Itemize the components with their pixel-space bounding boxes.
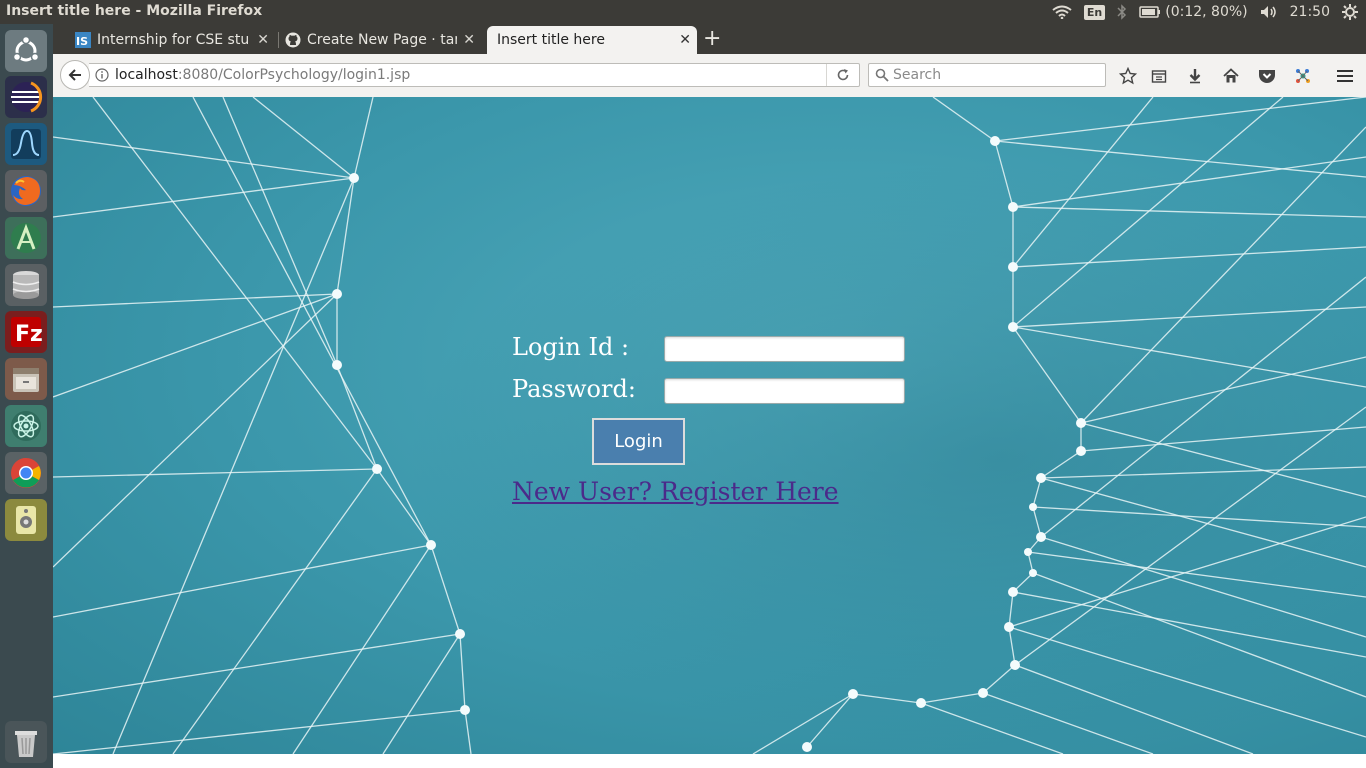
is-favicon-icon: IS [75, 32, 91, 48]
wifi-icon[interactable] [1052, 5, 1072, 19]
file-cabinet-icon [13, 368, 39, 392]
svg-text:IS: IS [76, 35, 88, 48]
chrome-icon [11, 458, 41, 488]
trash-launcher-button[interactable] [5, 721, 47, 763]
database-launcher-button[interactable] [5, 264, 47, 306]
trash-icon [15, 731, 37, 757]
close-tab-icon[interactable]: ✕ [679, 32, 691, 48]
clock[interactable]: 21:50 [1290, 4, 1330, 20]
url-bar[interactable]: localhost:8080/ColorPsychology/login1.js… [89, 63, 860, 87]
ubuntu-logo-icon [12, 36, 40, 62]
reading-list-icon[interactable] [1149, 66, 1169, 86]
battery-icon [1139, 6, 1161, 18]
password-label: Password: [512, 375, 636, 403]
battery-indicator[interactable]: (0:12, 80%) [1139, 4, 1248, 20]
firefox-launcher-button[interactable] [5, 170, 47, 212]
search-placeholder: Search [893, 67, 942, 83]
tab-insert-title[interactable]: Insert title here ✕ [487, 26, 697, 54]
home-icon[interactable] [1221, 66, 1241, 86]
tab-internship[interactable]: IS Internship for CSE stud ✕ [75, 26, 275, 54]
atom-launcher-button[interactable] [5, 405, 47, 447]
bookmark-star-icon[interactable] [1118, 66, 1138, 86]
files-launcher-button[interactable] [5, 358, 47, 400]
url-path: :8080/ColorPsychology/login1.jsp [177, 67, 411, 83]
system-tray: En (0:12, 80%) 21:50 [1052, 0, 1358, 24]
launcher: Fz [0, 24, 53, 768]
search-icon [875, 68, 889, 86]
android-studio-icon [11, 223, 41, 253]
extension-icon[interactable] [1293, 66, 1313, 86]
ubuntu-dash-button[interactable] [5, 30, 47, 72]
new-tab-button[interactable]: + [703, 28, 721, 50]
eclipse-launcher-button[interactable] [5, 76, 47, 118]
url-host: localhost [115, 67, 178, 83]
database-icon [12, 271, 40, 299]
search-bar[interactable]: Search [868, 63, 1106, 87]
battery-status: (0:12, 80%) [1165, 4, 1248, 20]
tab-bar: IS Internship for CSE stud ✕ Create New … [53, 24, 1366, 54]
volume-icon[interactable] [1260, 5, 1278, 19]
speaker-app-launcher-button[interactable] [5, 499, 47, 541]
top-panel: Insert title here - Mozilla Firefox En (… [0, 0, 1366, 24]
close-tab-icon[interactable]: ✕ [463, 32, 475, 48]
close-tab-icon[interactable]: ✕ [257, 32, 269, 48]
keyboard-language-indicator[interactable]: En [1083, 4, 1106, 20]
download-icon[interactable] [1185, 66, 1205, 86]
network-background-image [53, 97, 1366, 754]
tab-create-new-page[interactable]: Create New Page · tani ✕ [285, 26, 481, 54]
waveform-icon [11, 129, 41, 159]
page-content: Login Id : Password: Login New User? Reg… [53, 97, 1366, 754]
chrome-launcher-button[interactable] [5, 452, 47, 494]
back-button[interactable] [60, 60, 90, 90]
window-title: Insert title here - Mozilla Firefox [6, 3, 263, 19]
back-arrow-icon [68, 69, 81, 81]
gear-icon[interactable] [1342, 4, 1358, 20]
hamburger-menu-icon[interactable] [1335, 66, 1355, 86]
tab-label: Internship for CSE stud [97, 32, 249, 48]
login-button[interactable]: Login [592, 418, 685, 465]
filezilla-launcher-button[interactable]: Fz [5, 311, 47, 353]
atom-icon [11, 411, 41, 441]
register-link[interactable]: New User? Register Here [512, 477, 839, 506]
speaker-icon [16, 506, 36, 534]
tab-label: Insert title here [497, 32, 605, 48]
eclipse-icon [11, 81, 43, 113]
login-id-input[interactable] [664, 336, 905, 362]
password-input[interactable] [664, 378, 905, 404]
tab-label: Create New Page · tani [307, 32, 457, 48]
firefox-icon [11, 176, 41, 206]
tab-separator [278, 32, 279, 48]
android-studio-launcher-button[interactable] [5, 217, 47, 259]
pocket-icon[interactable] [1257, 66, 1277, 86]
svg-text:Fz: Fz [15, 322, 43, 347]
info-icon[interactable] [95, 68, 109, 86]
url-text: localhost:8080/ColorPsychology/login1.js… [115, 67, 410, 83]
reload-icon [837, 69, 849, 81]
bluetooth-icon[interactable] [1117, 4, 1127, 20]
system-monitor-launcher-button[interactable] [5, 123, 47, 165]
navigation-toolbar: localhost:8080/ColorPsychology/login1.js… [53, 54, 1366, 98]
reload-button[interactable] [826, 64, 859, 86]
filezilla-icon: Fz [11, 317, 43, 347]
github-icon [285, 32, 301, 48]
login-id-label: Login Id : [512, 333, 630, 361]
